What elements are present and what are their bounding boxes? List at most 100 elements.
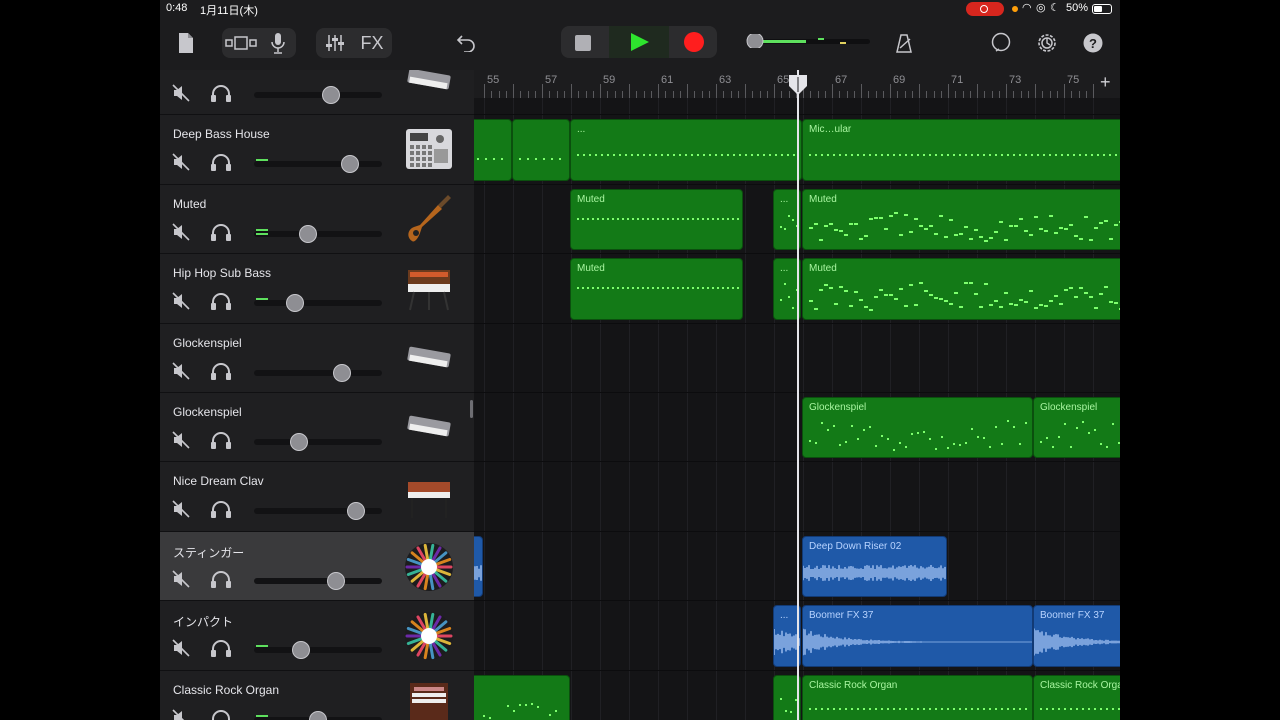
midi-region[interactable]	[474, 674, 570, 720]
mute-icon[interactable]	[172, 709, 190, 720]
fx-burst-instrument-icon[interactable]	[402, 609, 456, 663]
my-songs-icon[interactable]	[174, 30, 198, 56]
mute-icon[interactable]	[172, 362, 190, 380]
audio-region[interactable]: Boomer FX 37	[802, 605, 1033, 667]
midi-region[interactable]: Classic Rock Organ	[802, 674, 1033, 720]
screen-recording-icon[interactable]	[966, 2, 1004, 16]
midi-region[interactable]: Muted	[802, 258, 1120, 320]
microphone-icon[interactable]	[264, 31, 292, 55]
track-header[interactable]: インパクト	[160, 601, 474, 671]
track-volume-slider[interactable]	[254, 571, 382, 590]
audio-region[interactable]: Deep Down Riser 02	[802, 535, 947, 598]
midi-note	[1103, 154, 1105, 157]
track-volume-slider[interactable]	[254, 641, 382, 660]
ruler-tick	[940, 91, 942, 98]
headphones-solo-icon[interactable]	[210, 639, 232, 658]
headphones-solo-icon[interactable]	[210, 500, 232, 519]
track-volume-slider[interactable]	[254, 502, 382, 521]
volume-knob[interactable]	[347, 502, 366, 521]
track-header[interactable]: Nice Dream Clav	[160, 462, 474, 532]
headphones-solo-icon[interactable]	[210, 84, 232, 102]
track-volume-slider[interactable]	[254, 294, 382, 313]
browser-view-icon[interactable]	[224, 32, 258, 54]
track-header[interactable]: Glockenspiel	[160, 393, 474, 463]
volume-knob[interactable]	[333, 363, 352, 382]
audio-region[interactable]	[474, 535, 483, 598]
mute-icon[interactable]	[172, 84, 190, 102]
keyboard-instrument-icon[interactable]	[402, 401, 456, 455]
play-button[interactable]	[609, 26, 669, 58]
headphones-solo-icon[interactable]	[210, 153, 232, 172]
organ-instrument-icon[interactable]	[402, 679, 456, 720]
midi-region[interactable]: ...	[570, 119, 802, 181]
midi-region[interactable]: Glockenspiel	[802, 397, 1033, 459]
midi-region[interactable]	[512, 119, 570, 181]
volume-knob[interactable]	[298, 224, 317, 243]
fx-burst-instrument-icon[interactable]	[402, 540, 456, 594]
track-header[interactable]: Classic Rock Organ	[160, 671, 474, 720]
track-volume-slider[interactable]	[254, 86, 382, 104]
headphones-solo-icon[interactable]	[210, 570, 232, 588]
track-volume-slider[interactable]	[254, 363, 382, 382]
drum-machine-instrument-icon[interactable]	[402, 123, 456, 177]
volume-knob[interactable]	[326, 571, 345, 590]
track-controls-icon[interactable]	[320, 31, 350, 55]
track-header[interactable]	[160, 70, 474, 116]
midi-region[interactable]: Glockenspiel	[1033, 397, 1120, 459]
volume-knob[interactable]	[289, 433, 308, 451]
bass-guitar-instrument-icon[interactable]	[402, 193, 456, 247]
fx-button[interactable]: FX	[356, 31, 388, 55]
headphones-solo-icon[interactable]	[210, 292, 232, 311]
ruler-tick	[759, 91, 761, 98]
midi-note	[857, 154, 859, 157]
midi-region[interactable]: Mic…ular	[802, 119, 1120, 181]
headphones-solo-icon[interactable]	[210, 362, 232, 380]
volume-knob[interactable]	[292, 641, 311, 660]
settings-gear-icon[interactable]	[1034, 30, 1060, 56]
add-section-button[interactable]: +	[1100, 72, 1111, 93]
mute-icon[interactable]	[172, 292, 190, 310]
headphones-solo-icon[interactable]	[210, 431, 232, 449]
track-header[interactable]: Hip Hop Sub Bass	[160, 254, 474, 324]
volume-knob[interactable]	[341, 155, 359, 174]
help-icon[interactable]: ?	[1080, 30, 1106, 56]
mute-icon[interactable]	[172, 431, 190, 449]
mute-icon[interactable]	[172, 570, 190, 588]
audio-region[interactable]: Boomer FX 37	[1033, 605, 1120, 667]
track-volume-slider[interactable]	[254, 155, 382, 174]
tracks-scrollbar[interactable]	[470, 400, 473, 418]
track-header[interactable]: Glockenspiel	[160, 324, 474, 393]
track-volume-slider[interactable]	[254, 710, 382, 720]
master-volume-slider[interactable]	[746, 32, 870, 50]
headphones-solo-icon[interactable]	[210, 709, 232, 720]
volume-knob[interactable]	[321, 86, 340, 104]
volume-knob[interactable]	[285, 294, 304, 313]
synth-instrument-icon[interactable]	[402, 262, 456, 316]
volume-knob[interactable]	[309, 710, 327, 720]
loop-browser-icon[interactable]	[988, 30, 1014, 56]
playhead-handle[interactable]	[787, 74, 809, 96]
midi-region[interactable]: Muted	[570, 188, 743, 251]
metronome-icon[interactable]	[892, 30, 916, 56]
midi-region[interactable]	[474, 119, 512, 181]
midi-region[interactable]: Muted	[802, 188, 1120, 251]
mute-icon[interactable]	[172, 639, 190, 657]
track-volume-slider[interactable]	[254, 224, 382, 243]
mute-icon[interactable]	[172, 223, 190, 241]
track-header[interactable]: Deep Bass House	[160, 115, 474, 185]
undo-icon[interactable]	[454, 30, 478, 56]
stop-button[interactable]	[575, 35, 591, 51]
track-header[interactable]: スティンガー	[160, 531, 474, 602]
midi-region[interactable]: Muted	[570, 258, 743, 320]
track-volume-slider[interactable]	[254, 433, 382, 451]
midi-note	[1064, 289, 1068, 292]
clav-instrument-icon[interactable]	[402, 470, 456, 524]
keyboard-instrument-icon[interactable]	[402, 332, 456, 386]
mute-icon[interactable]	[172, 153, 190, 171]
mute-icon[interactable]	[172, 500, 190, 518]
record-button[interactable]	[684, 32, 704, 52]
midi-region[interactable]: Classic Rock Organ	[1033, 674, 1120, 720]
headphones-solo-icon[interactable]	[210, 223, 232, 241]
keyboard-instrument-icon[interactable]	[402, 70, 456, 108]
track-header[interactable]: Muted	[160, 185, 474, 255]
